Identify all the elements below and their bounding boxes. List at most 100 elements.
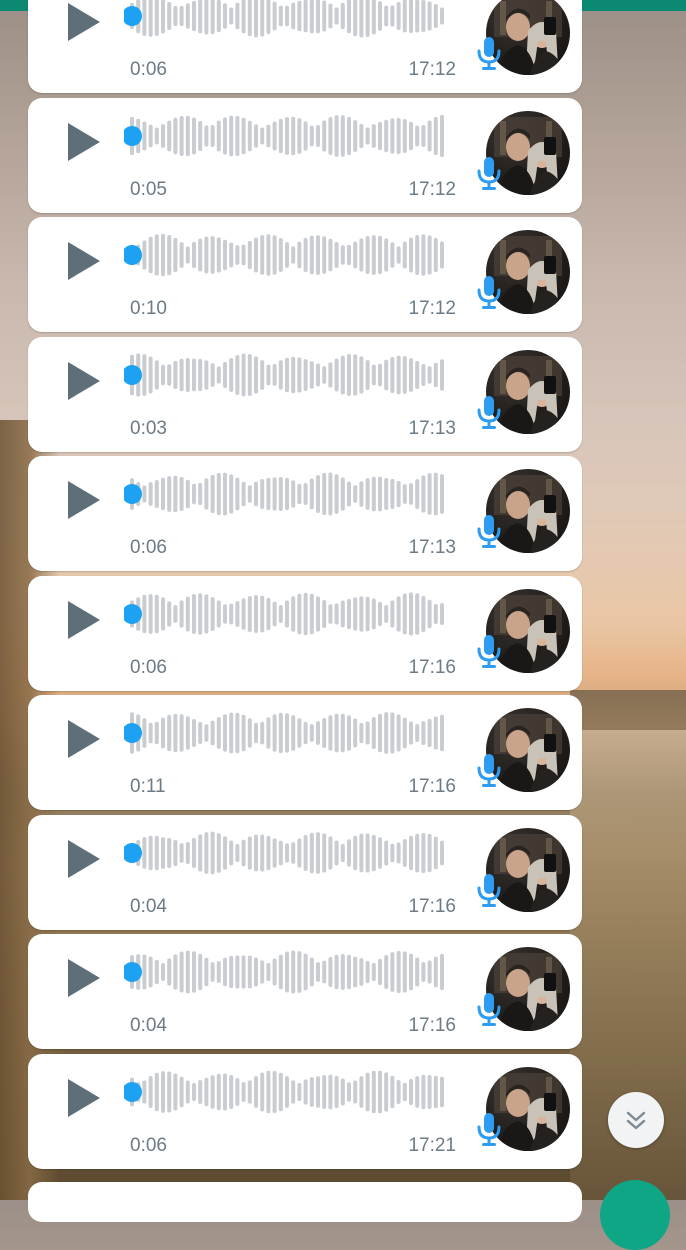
waveform-bar (142, 836, 147, 869)
waveform-bar (254, 355, 258, 394)
compose-button[interactable] (600, 1180, 670, 1250)
voice-message[interactable]: 0:03 17:13 (28, 336, 582, 452)
waveform-bar (409, 1078, 413, 1105)
chat-screen: { "theme": { "accent": "#0b8a71", "progr… (0, 0, 686, 1250)
play-button[interactable] (64, 360, 104, 402)
voice-message[interactable]: 0:10 17:12 (28, 217, 582, 332)
waveform-bar (440, 953, 444, 991)
message-time: 17:12 (408, 298, 456, 319)
waveform-bar (179, 115, 184, 156)
waveform-bar (167, 363, 172, 386)
waveform-bar (303, 834, 308, 871)
play-button[interactable] (64, 1077, 104, 1119)
voice-duration: 0:06 (130, 537, 167, 558)
voice-message[interactable]: 0:11 17:16 (28, 695, 582, 810)
waveform-bar (173, 5, 178, 27)
voice-message[interactable]: 0:06 17:21 (28, 1053, 582, 1169)
waveform[interactable] (124, 947, 454, 997)
waveform-bar (229, 712, 234, 754)
waveform[interactable] (124, 828, 454, 878)
waveform[interactable] (124, 0, 454, 41)
waveform-bar (427, 1074, 432, 1109)
waveform-bar (378, 958, 382, 986)
waveform-bar (421, 363, 426, 386)
play-button[interactable] (64, 838, 104, 880)
waveform-bar (402, 118, 407, 153)
play-button[interactable] (64, 718, 104, 760)
waveform-bar (247, 485, 252, 503)
scroll-to-bottom-button[interactable] (608, 1092, 664, 1148)
waveform-bar (278, 476, 283, 512)
waveform-bar (427, 365, 432, 384)
waveform-bar (421, 0, 426, 33)
waveform-bar (316, 595, 320, 632)
waveform-bar (185, 595, 190, 632)
waveform-bar (210, 236, 215, 274)
waveform-bar (167, 234, 172, 276)
waveform-bar (396, 246, 401, 264)
waveform-bar (365, 721, 370, 745)
waveform-bar (148, 124, 153, 147)
waveform-bar (179, 951, 184, 993)
waveform-bar (154, 0, 159, 36)
voice-message[interactable]: 0:05 17:12 (28, 97, 582, 213)
waveform-bar (161, 596, 165, 631)
play-icon (68, 720, 100, 758)
waveform-bar (409, 953, 413, 991)
waveform[interactable] (124, 111, 454, 161)
message-time: 17:16 (408, 656, 456, 678)
waveform-bar (347, 598, 351, 629)
waveform-bar (198, 482, 203, 506)
waveform[interactable] (124, 230, 454, 280)
voice-message-partial[interactable] (28, 1182, 582, 1222)
play-button[interactable] (64, 121, 104, 163)
play-icon (68, 600, 100, 639)
waveform-bar (378, 1, 382, 31)
waveform-bar (272, 714, 277, 752)
waveform-bar (328, 3, 333, 29)
waveform-bar (440, 474, 444, 514)
waveform-bar (297, 0, 302, 32)
voice-message[interactable]: 0:04 17:16 (28, 934, 582, 1049)
play-button[interactable] (64, 240, 104, 282)
waveform-bar (223, 116, 227, 155)
waveform-bar (303, 237, 308, 273)
wallpaper-treeline (570, 690, 686, 730)
waveform[interactable] (124, 589, 454, 639)
waveform-bar (154, 594, 159, 633)
message-time: 17:12 (408, 178, 456, 200)
waveform-bar (421, 832, 426, 873)
play-button[interactable] (64, 957, 104, 999)
waveform-bar (142, 0, 147, 36)
voice-message[interactable]: 0:06 17:12 (28, 0, 582, 93)
double-chevron-down-icon (626, 1111, 646, 1130)
waveform[interactable] (124, 1067, 454, 1117)
waveform-bar (378, 235, 382, 275)
waveform-bar (185, 841, 190, 864)
waveform-bar (440, 840, 444, 865)
waveform[interactable] (124, 708, 454, 758)
waveform-bar (266, 364, 271, 385)
waveform-bar (390, 1075, 395, 1108)
play-button[interactable] (64, 479, 104, 521)
voice-message[interactable]: 0:06 17:13 (28, 456, 582, 571)
waveform[interactable] (124, 469, 454, 519)
waveform-bar (204, 831, 209, 874)
voice-message[interactable]: 0:06 17:16 (28, 575, 582, 691)
waveform-bar (378, 121, 382, 150)
play-button[interactable] (64, 599, 104, 641)
waveform-bar (173, 360, 178, 389)
waveform[interactable] (124, 350, 454, 400)
message-time: 17:16 (408, 776, 456, 797)
waveform-bar (291, 2, 296, 30)
voice-message[interactable]: 0:04 17:16 (28, 814, 582, 930)
waveform-bar (266, 477, 271, 511)
waveform-bar (390, 712, 395, 754)
waveform-bar (167, 837, 172, 868)
waveform-bar (285, 842, 289, 863)
waveform-bar (223, 3, 227, 29)
waveform-bar (291, 841, 296, 864)
waveform-bar (198, 238, 203, 272)
waveform-bar (179, 842, 184, 863)
play-button[interactable] (64, 1, 104, 43)
